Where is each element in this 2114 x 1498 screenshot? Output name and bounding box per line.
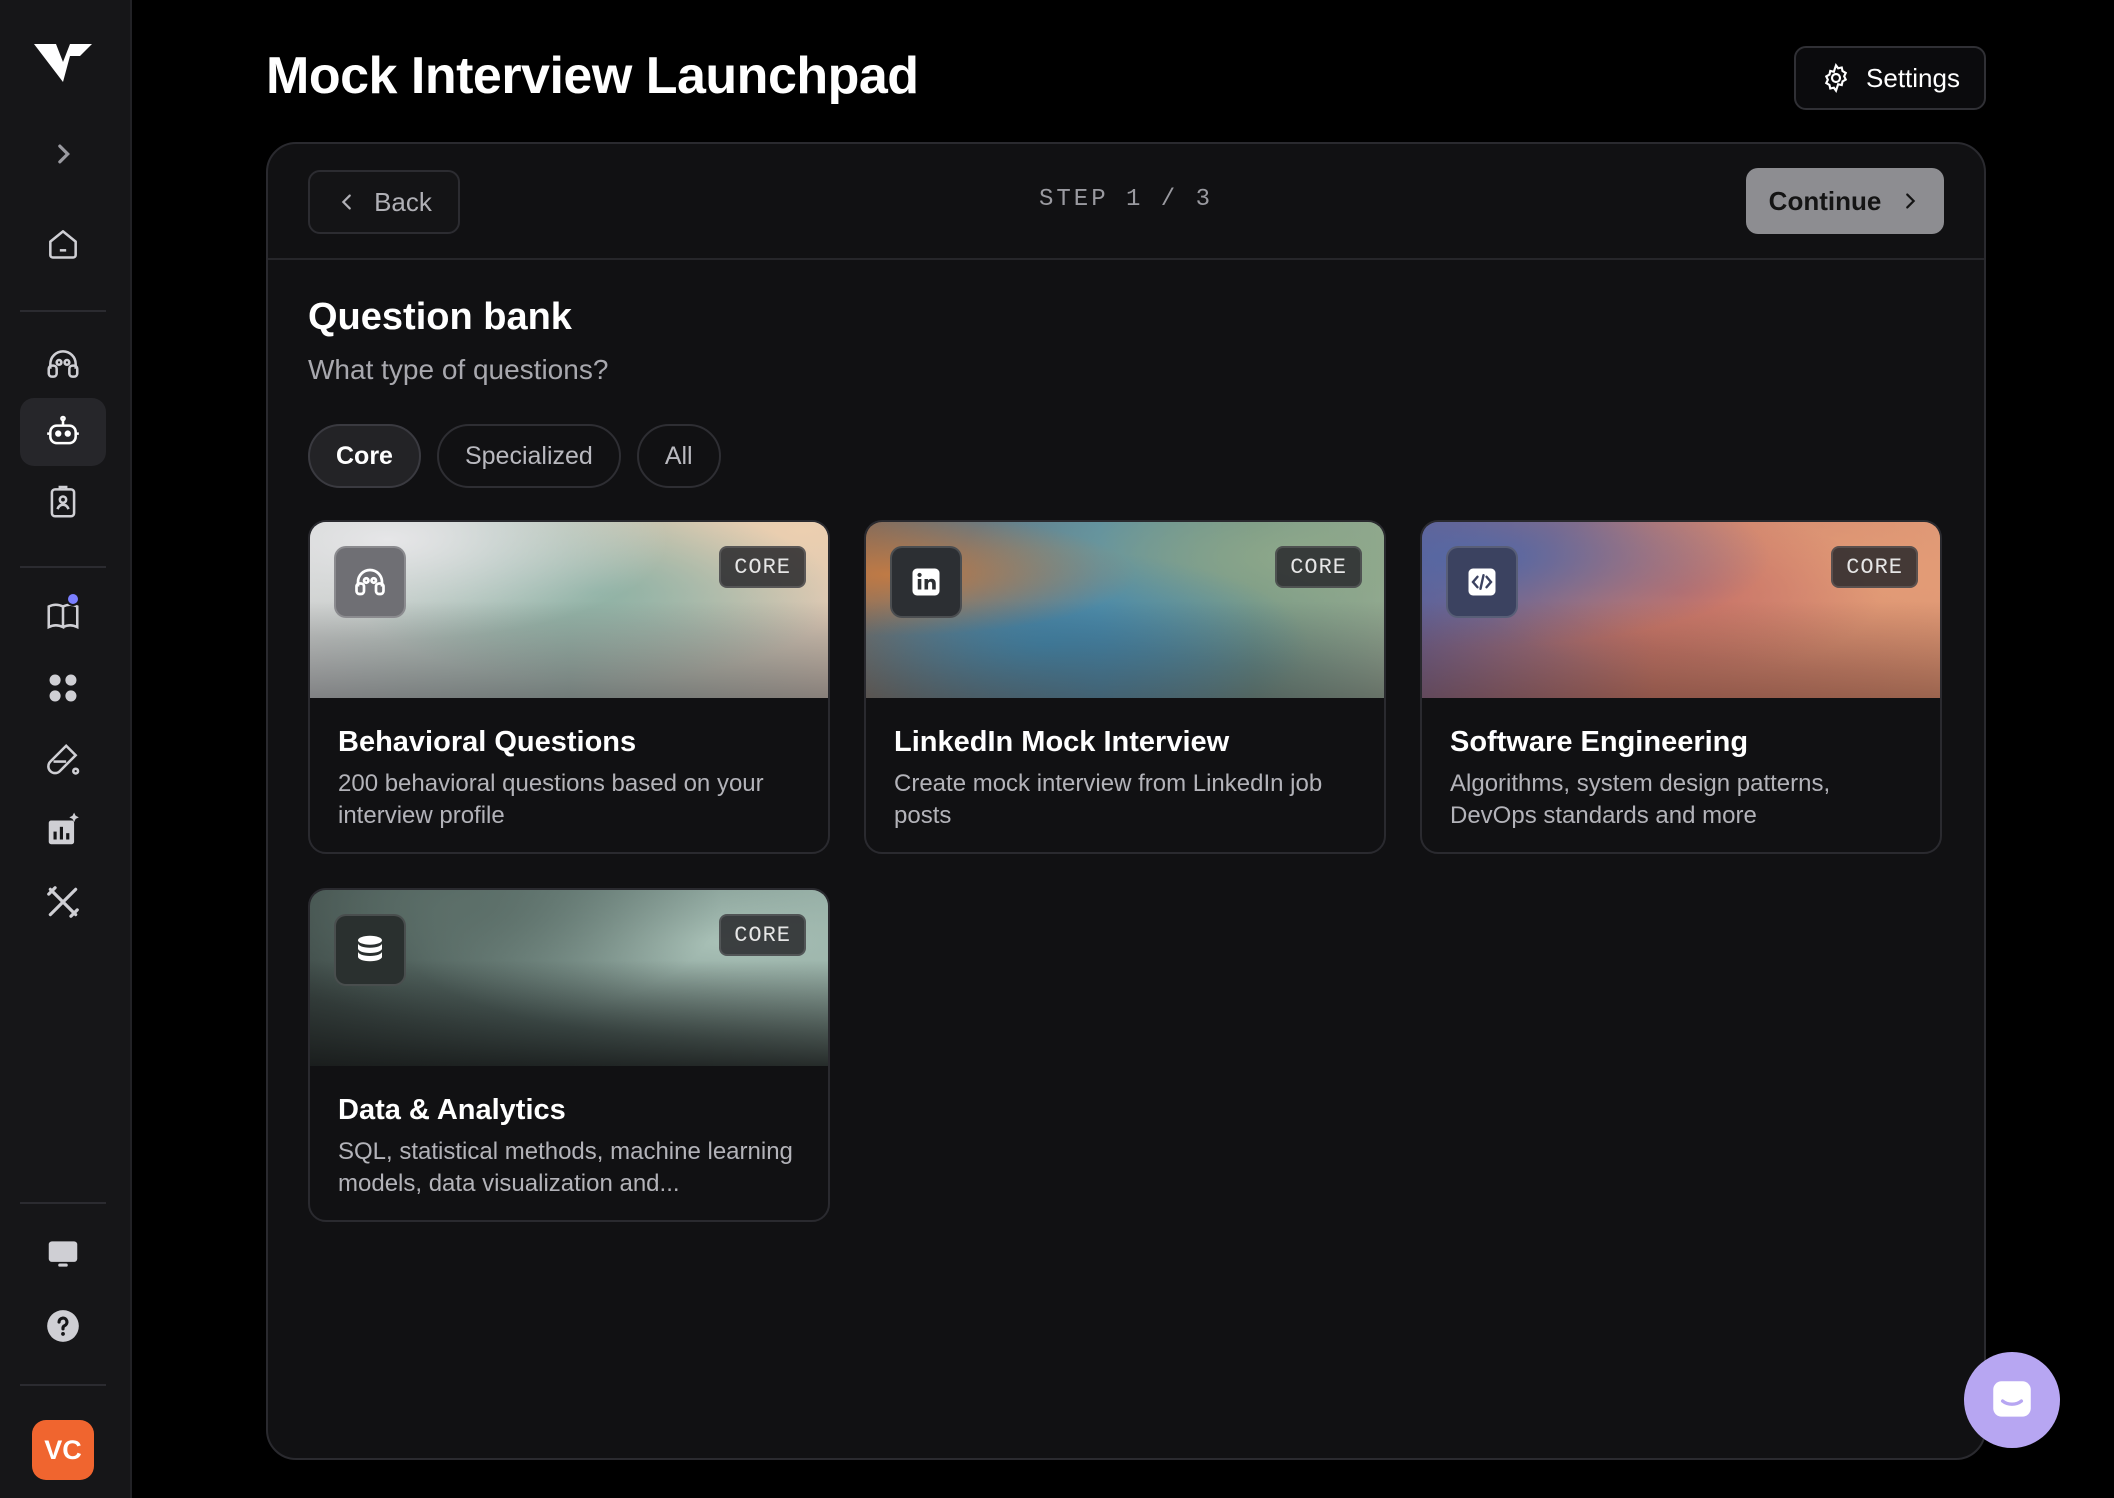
linkedin-icon bbox=[912, 568, 940, 596]
id-badge-icon bbox=[50, 485, 76, 518]
card-title: Behavioral Questions bbox=[338, 726, 637, 758]
help-icon bbox=[47, 1310, 79, 1342]
app-logo[interactable] bbox=[30, 36, 96, 90]
card-description: SQL, statistical methods, machine learni… bbox=[338, 1138, 793, 1197]
wizard-toolbar: Back STEP 1 / 3 Continue bbox=[268, 144, 1984, 260]
notification-dot bbox=[66, 592, 80, 606]
card-data-analytics[interactable]: CORE Data & Analytics SQL, statistical m… bbox=[308, 888, 830, 1222]
headphones-icon bbox=[355, 568, 385, 596]
home-icon bbox=[49, 230, 77, 259]
sidebar-item-home[interactable] bbox=[20, 210, 106, 278]
apps-icon bbox=[49, 674, 77, 702]
card-badge: CORE bbox=[719, 914, 806, 956]
code-icon bbox=[1468, 568, 1496, 596]
chevron-right-icon bbox=[1906, 193, 1916, 209]
gear-icon bbox=[1824, 63, 1848, 93]
chat-launcher-button[interactable] bbox=[1964, 1352, 2060, 1448]
card-icon-box bbox=[334, 546, 406, 618]
continue-label: Continue bbox=[1768, 185, 1882, 216]
card-icon-box bbox=[1446, 546, 1518, 618]
card-badge: CORE bbox=[719, 546, 806, 588]
monitor-icon bbox=[48, 1241, 78, 1267]
tools-icon bbox=[47, 886, 79, 918]
sidebar-item-analytics[interactable] bbox=[20, 796, 106, 864]
card-title: Data & Analytics bbox=[338, 1094, 566, 1126]
chart-icon bbox=[48, 812, 79, 845]
card-icon-box bbox=[334, 914, 406, 986]
wizard-panel: Back STEP 1 / 3 Continue Question bank W… bbox=[266, 142, 1986, 1460]
card-behavioral-questions[interactable]: CORE Behavioral Questions 200 behavioral… bbox=[308, 520, 830, 854]
sidebar-divider bbox=[20, 1202, 106, 1204]
flask-icon bbox=[47, 743, 80, 775]
filter-specialized[interactable]: Specialized bbox=[436, 424, 621, 488]
card-description: 200 behavioral questions based on your i… bbox=[338, 770, 764, 829]
card-description: Algorithms, system design patterns, DevO… bbox=[1450, 770, 1831, 829]
sidebar-item-badge[interactable] bbox=[20, 468, 106, 536]
settings-label: Settings bbox=[1866, 62, 1960, 93]
card-title: LinkedIn Mock Interview bbox=[894, 726, 1230, 758]
sidebar-item-interview-coach[interactable] bbox=[20, 330, 106, 398]
chat-icon bbox=[1993, 1381, 2031, 1417]
sidebar-divider bbox=[20, 1384, 106, 1386]
step-indicator: STEP 1 / 3 bbox=[1038, 186, 1214, 213]
sidebar-item-display[interactable] bbox=[20, 1220, 106, 1288]
sidebar-item-help[interactable] bbox=[20, 1292, 106, 1360]
card-badge: CORE bbox=[1275, 546, 1362, 588]
chevron-right-icon bbox=[58, 144, 70, 164]
robot-icon bbox=[47, 415, 79, 445]
sidebar-item-guides[interactable] bbox=[20, 582, 106, 650]
user-avatar[interactable]: VC bbox=[32, 1420, 94, 1480]
card-icon-box bbox=[890, 546, 962, 618]
sidebar-divider bbox=[20, 566, 106, 568]
settings-button[interactable]: Settings bbox=[1794, 46, 1986, 110]
section-title: Question bank bbox=[308, 296, 572, 338]
sidebar-item-mock-interview[interactable] bbox=[20, 398, 106, 466]
filter-all[interactable]: All bbox=[636, 424, 721, 488]
sidebar: VC bbox=[0, 0, 132, 1498]
headphones-icon bbox=[47, 350, 79, 378]
sidebar-divider bbox=[20, 310, 106, 312]
page-title: Mock Interview Launchpad bbox=[266, 47, 919, 105]
card-title: Software Engineering bbox=[1450, 726, 1749, 758]
card-description: Create mock interview from LinkedIn job … bbox=[894, 770, 1323, 829]
filter-pills: Core Specialized All bbox=[308, 424, 721, 488]
database-icon bbox=[358, 935, 382, 962]
card-linkedin-mock-interview[interactable]: CORE LinkedIn Mock Interview Create mock… bbox=[864, 520, 1386, 854]
sidebar-expand-button[interactable] bbox=[20, 120, 106, 188]
sidebar-item-tools[interactable] bbox=[20, 868, 106, 936]
continue-button[interactable]: Continue bbox=[1746, 168, 1944, 234]
sidebar-item-lab[interactable] bbox=[20, 726, 106, 794]
card-badge: CORE bbox=[1831, 546, 1918, 588]
sidebar-item-apps[interactable] bbox=[20, 654, 106, 722]
section-subtitle: What type of questions? bbox=[308, 354, 609, 385]
filter-core[interactable]: Core bbox=[308, 424, 421, 488]
card-software-engineering[interactable]: CORE Software Engineering Algorithms, sy… bbox=[1420, 520, 1942, 854]
